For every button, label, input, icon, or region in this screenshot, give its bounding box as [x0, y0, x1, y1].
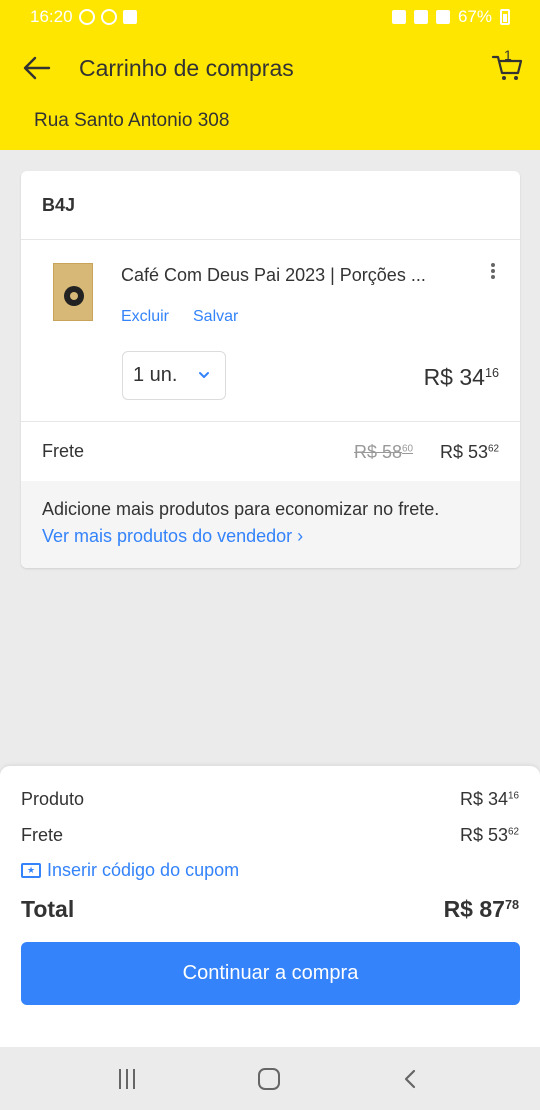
shipping-promo: Adicione mais produtos para economizar n…	[21, 481, 520, 568]
status-time: 16:20	[30, 6, 73, 26]
product-title[interactable]: Café Com Deus Pai 2023 | Porções ...	[121, 265, 461, 286]
cart-badge-count: 1	[504, 47, 512, 63]
back-arrow-icon[interactable]	[20, 51, 54, 85]
whatsapp-icon	[78, 8, 95, 25]
home-icon[interactable]	[258, 1068, 280, 1090]
total-label: Total	[21, 896, 75, 922]
order-summary: Produto R$ 3416 Frete R$ 5362 ★ Inserir …	[0, 766, 540, 1047]
quantity-selector[interactable]: 1 un.	[122, 351, 226, 400]
continue-purchase-button[interactable]: Continuar a compra	[21, 942, 520, 1005]
quantity-value: 1 un.	[133, 364, 178, 386]
cart-card: B4J Café Com Deus Pai 2023 | Porções ...…	[21, 171, 520, 568]
summary-shipping-label: Frete	[21, 825, 64, 845]
notification-icon	[122, 9, 137, 24]
whatsapp-icon	[100, 8, 117, 25]
alarm-icon	[391, 9, 406, 24]
mute-icon	[413, 9, 428, 24]
shipping-old-price: R$ 5860	[354, 442, 414, 462]
signal-icon	[435, 9, 450, 24]
product-thumbnail[interactable]	[53, 263, 93, 321]
summary-shipping-value: R$ 5362	[459, 825, 519, 845]
battery-icon	[500, 8, 510, 25]
coupon-icon: ★	[21, 863, 41, 878]
status-bar: 16:20 67%	[0, 0, 540, 33]
shipping-label: Frete	[42, 441, 85, 461]
nav-back-icon[interactable]	[400, 1068, 420, 1090]
battery-percent: 67%	[457, 6, 492, 26]
more-vertical-icon[interactable]	[483, 261, 503, 283]
divider	[21, 239, 520, 240]
delete-link[interactable]: Excluir	[121, 308, 169, 326]
summary-product-label: Produto	[21, 789, 85, 809]
recent-apps-icon[interactable]	[119, 1069, 141, 1089]
save-link[interactable]: Salvar	[193, 308, 238, 326]
chevron-down-icon	[199, 372, 209, 378]
total-value: R$ 8778	[443, 896, 519, 922]
system-nav-bar	[0, 1047, 540, 1110]
summary-product-value: R$ 3416	[459, 789, 519, 809]
coupon-label: Inserir código do cupom	[47, 860, 240, 880]
app-header: Carrinho de compras 1 Rua Santo Antonio …	[0, 33, 540, 150]
product-price: R$ 3416	[423, 364, 499, 390]
shipping-price: R$ 5362	[439, 442, 499, 462]
book-cover-art	[64, 286, 84, 306]
seller-name: B4J	[42, 195, 76, 215]
divider	[21, 421, 520, 422]
promo-text: Adicione mais produtos para economizar n…	[42, 499, 440, 519]
page-title: Carrinho de compras	[79, 55, 294, 81]
coupon-link[interactable]: ★ Inserir código do cupom	[21, 860, 239, 881]
see-more-seller-link[interactable]: Ver mais produtos do vendedor ›	[42, 526, 303, 547]
delivery-address[interactable]: Rua Santo Antonio 308	[34, 110, 229, 132]
